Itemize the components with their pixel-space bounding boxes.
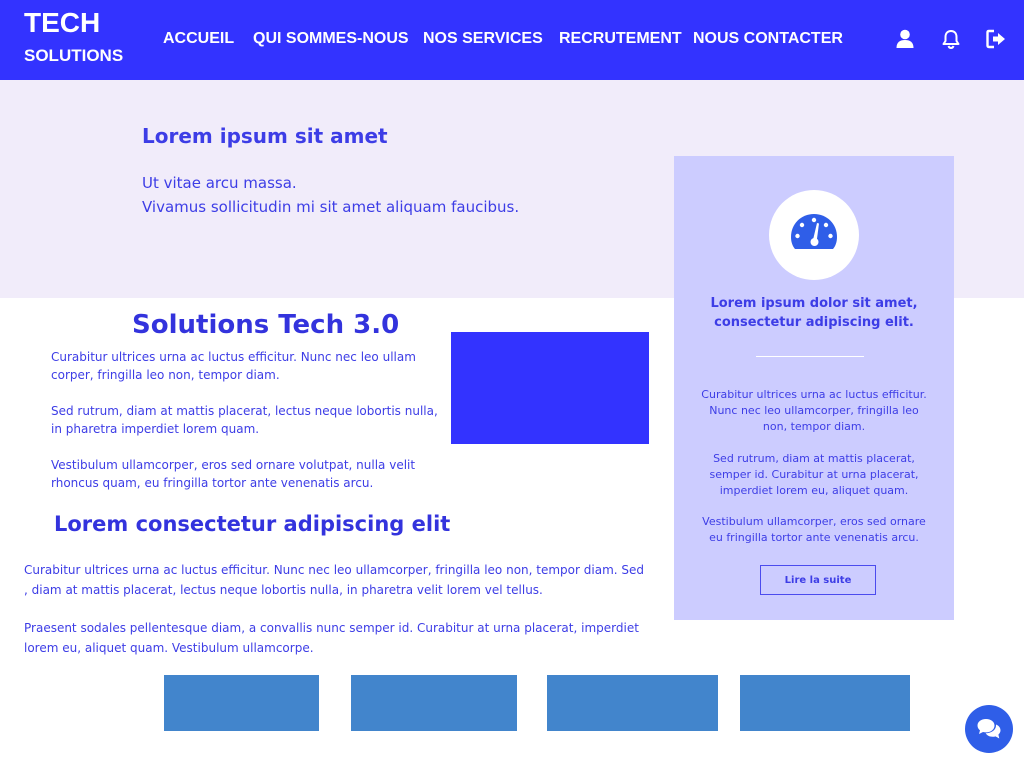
tile-4[interactable] <box>740 675 910 731</box>
user-icon[interactable] <box>894 28 916 50</box>
nav-qui-sommes-nous[interactable]: QUI SOMMES-NOUS <box>253 29 409 49</box>
intro-paragraph-1: Curabitur ultrices urna ac luctus effici… <box>51 350 416 382</box>
tile-1[interactable] <box>164 675 319 731</box>
hero-line-2: Vivamus sollicitudin mi sit amet aliquam… <box>142 198 520 216</box>
body-paragraph-1: Curabitur ultrices urna ac luctus effici… <box>24 563 644 597</box>
speedometer-badge <box>769 190 859 280</box>
nav-accueil[interactable]: ACCUEIL <box>163 29 234 49</box>
logo-tech[interactable]: TECH <box>24 6 100 40</box>
tile-2[interactable] <box>351 675 517 731</box>
section-title: Solutions Tech 3.0 <box>132 310 400 340</box>
logo-solutions[interactable]: SOLUTIONS <box>24 46 123 66</box>
intro-paragraph-2: Sed rutrum, diam at mattis placerat, lec… <box>51 404 438 436</box>
chat-icon <box>977 719 1001 739</box>
chat-button[interactable] <box>965 705 1013 753</box>
card-divider <box>756 356 864 357</box>
info-card: Lorem ipsum dolor sit amet, consectetur … <box>674 156 954 620</box>
logout-icon[interactable] <box>985 28 1007 50</box>
card-heading: Lorem ipsum dolor sit amet, consectetur … <box>710 296 918 330</box>
card-paragraph-2: Sed rutrum, diam at mattis placerat, sem… <box>709 452 919 497</box>
hero-line-1: Ut vitae arcu massa. <box>142 174 297 192</box>
nav-nos-services[interactable]: NOS SERVICES <box>423 29 543 49</box>
card-paragraph-3: Vestibulum ullamcorper, eros sed ornare … <box>702 515 926 544</box>
bell-icon[interactable] <box>940 28 962 50</box>
intro-paragraph-3: Vestibulum ullamcorper, eros sed ornare … <box>51 458 416 490</box>
site-header: TECH SOLUTIONS ACCUEIL QUI SOMMES-NOUS N… <box>0 0 1024 80</box>
card-paragraph-1: Curabitur ultrices urna ac luctus effici… <box>701 388 927 433</box>
feature-image-placeholder <box>451 332 649 444</box>
tile-3[interactable] <box>547 675 718 731</box>
speedometer-icon <box>791 214 837 249</box>
nav-nous-contacter[interactable]: NOUS CONTACTER <box>693 29 843 49</box>
nav-recrutement[interactable]: RECRUTEMENT <box>559 29 682 49</box>
section-subtitle: Lorem consectetur adipiscing elit <box>54 512 451 536</box>
body-paragraph-2: Praesent sodales pellentesque diam, a co… <box>24 621 639 655</box>
hero-title: Lorem ipsum sit amet <box>142 124 388 148</box>
read-more-button[interactable]: Lire la suite <box>760 565 876 595</box>
